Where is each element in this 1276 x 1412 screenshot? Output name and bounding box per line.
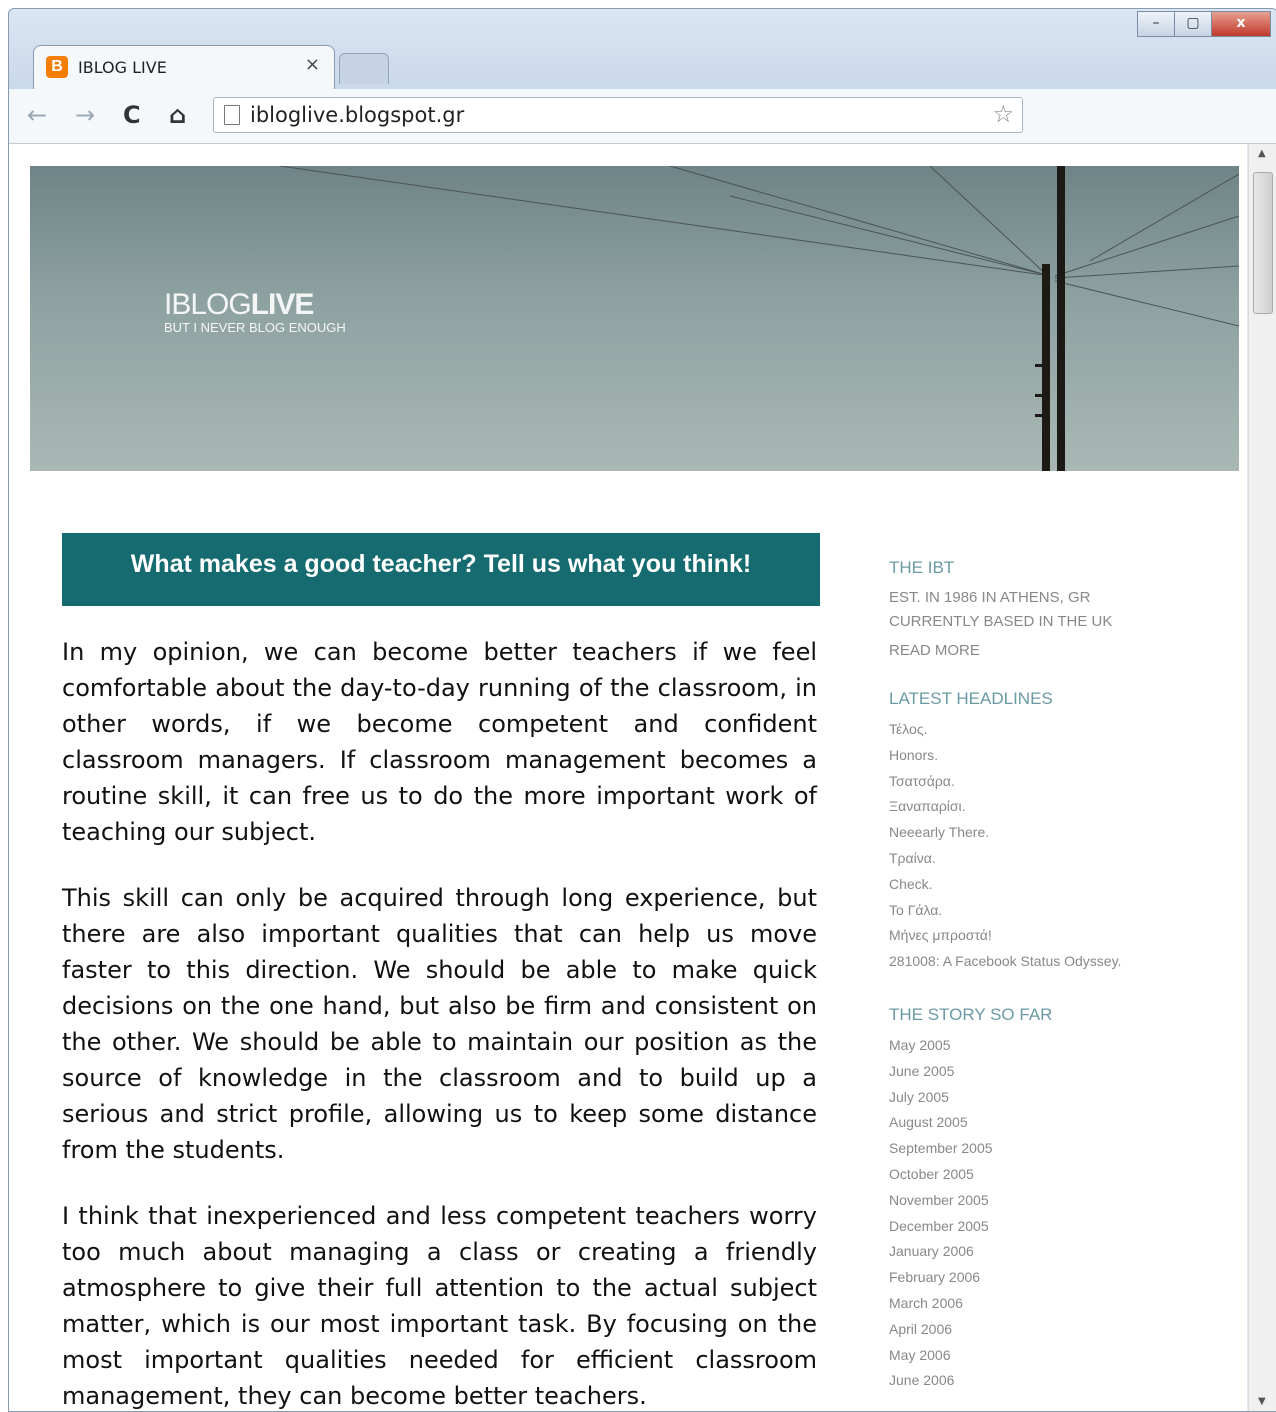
headline-link[interactable]: Μήνες μπροστά! <box>889 923 1219 949</box>
headline-link[interactable]: Check. <box>889 872 1219 898</box>
tab-title: IBLOG LIVE <box>78 58 167 77</box>
archive-link[interactable]: October 2005 <box>889 1162 1219 1188</box>
archive-link[interactable]: March 2006 <box>889 1291 1219 1317</box>
browser-toolbar: ← → C ⌂ ibloglive.blogspot.gr ☆ <box>9 89 1276 144</box>
archive-link[interactable]: July 2005 <box>889 1085 1219 1111</box>
archive-link[interactable]: January 2006 <box>889 1239 1219 1265</box>
about-line: CURRENTLY BASED IN THE UK <box>889 613 1113 630</box>
archive-link[interactable]: September 2005 <box>889 1136 1219 1162</box>
minimize-button[interactable]: – <box>1137 11 1175 37</box>
archive-link[interactable]: June 2006 <box>889 1368 1219 1394</box>
forward-arrow-icon[interactable]: → <box>75 101 95 129</box>
browser-tab[interactable]: B IBLOG LIVE × <box>33 45 335 90</box>
close-window-button[interactable]: x <box>1211 11 1271 37</box>
logo-light: IBLOG <box>164 288 252 321</box>
headline-link[interactable]: Neeearly There. <box>889 820 1219 846</box>
scroll-thumb[interactable] <box>1253 172 1273 314</box>
archive-list: May 2005 June 2005 July 2005 August 2005… <box>889 1033 1219 1394</box>
window-controls: – ▢ x <box>1137 11 1271 37</box>
url-text: ibloglive.blogspot.gr <box>250 103 465 127</box>
bookmark-star-icon[interactable]: ☆ <box>992 100 1014 128</box>
read-more-link[interactable]: READ MORE <box>889 642 1219 659</box>
headline-link[interactable]: Τραίνα. <box>889 846 1219 872</box>
page-viewport: IBLOGLIVE BUT I NEVER BLOG ENOUGH What m… <box>9 144 1247 1411</box>
page-icon <box>224 105 240 125</box>
logo-bold: LIVE <box>250 288 315 321</box>
headline-link[interactable]: Honors. <box>889 743 1219 769</box>
sidebar: THE IBT EST. IN 1986 IN ATHENS, GR CURRE… <box>889 558 1219 1394</box>
headline-link[interactable]: Το Γάλα. <box>889 898 1219 924</box>
home-icon[interactable]: ⌂ <box>169 101 186 129</box>
address-bar[interactable]: ibloglive.blogspot.gr ☆ <box>213 97 1023 133</box>
back-arrow-icon[interactable]: ← <box>27 101 47 129</box>
blog-logo[interactable]: IBLOGLIVE BUT I NEVER BLOG ENOUGH <box>164 288 346 335</box>
archive-link[interactable]: February 2006 <box>889 1265 1219 1291</box>
reload-icon[interactable]: C <box>123 101 141 129</box>
blogger-icon: B <box>46 56 68 78</box>
maximize-button[interactable]: ▢ <box>1174 11 1212 37</box>
archive-heading: THE STORY SO FAR <box>889 1004 1053 1024</box>
post-paragraph: In my opinion, we can become better teac… <box>62 638 817 846</box>
headlines-heading: LATEST HEADLINES <box>889 689 1053 708</box>
headlines-list: Τέλος. Honors. Τσατσάρα. Ξαναπαρίσι. Nee… <box>889 717 1219 975</box>
new-tab-button[interactable] <box>339 53 389 84</box>
headline-link[interactable]: Ξαναπαρίσι. <box>889 794 1219 820</box>
post-title: What makes a good teacher? Tell us what … <box>62 533 820 606</box>
about-heading: THE IBT <box>889 558 955 577</box>
header-banner: IBLOGLIVE BUT I NEVER BLOG ENOUGH <box>30 166 1239 471</box>
archive-link[interactable]: April 2006 <box>889 1317 1219 1343</box>
post-body: In my opinion, we can become better teac… <box>62 634 817 1411</box>
blog-tagline: BUT I NEVER BLOG ENOUGH <box>164 320 346 335</box>
headline-link[interactable]: Τσατσάρα. <box>889 769 1219 795</box>
archive-link[interactable]: May 2006 <box>889 1343 1219 1369</box>
close-tab-icon[interactable]: × <box>305 54 320 75</box>
scroll-down-arrow-icon[interactable]: ▼ <box>1258 1396 1266 1407</box>
browser-window: B IBLOG LIVE × – ▢ x ← → C ⌂ ibloglive.b… <box>8 8 1276 1412</box>
title-bar: B IBLOG LIVE × – ▢ x <box>9 9 1276 90</box>
archive-link[interactable]: May 2005 <box>889 1033 1219 1059</box>
post-paragraph: This skill can only be acquired through … <box>62 884 817 1164</box>
post-paragraph: I think that inexperienced and less comp… <box>62 1202 817 1410</box>
about-line: EST. IN 1986 IN ATHENS, GR <box>889 589 1091 606</box>
archive-link[interactable]: December 2005 <box>889 1214 1219 1240</box>
vertical-scrollbar[interactable]: ▲ ▼ <box>1248 144 1276 1411</box>
archive-link[interactable]: June 2005 <box>889 1059 1219 1085</box>
archive-link[interactable]: November 2005 <box>889 1188 1219 1214</box>
headline-link[interactable]: 281008: A Facebook Status Odyssey. <box>889 949 1219 975</box>
headline-link[interactable]: Τέλος. <box>889 717 1219 743</box>
archive-link[interactable]: August 2005 <box>889 1110 1219 1136</box>
scroll-up-arrow-icon[interactable]: ▲ <box>1258 148 1266 159</box>
